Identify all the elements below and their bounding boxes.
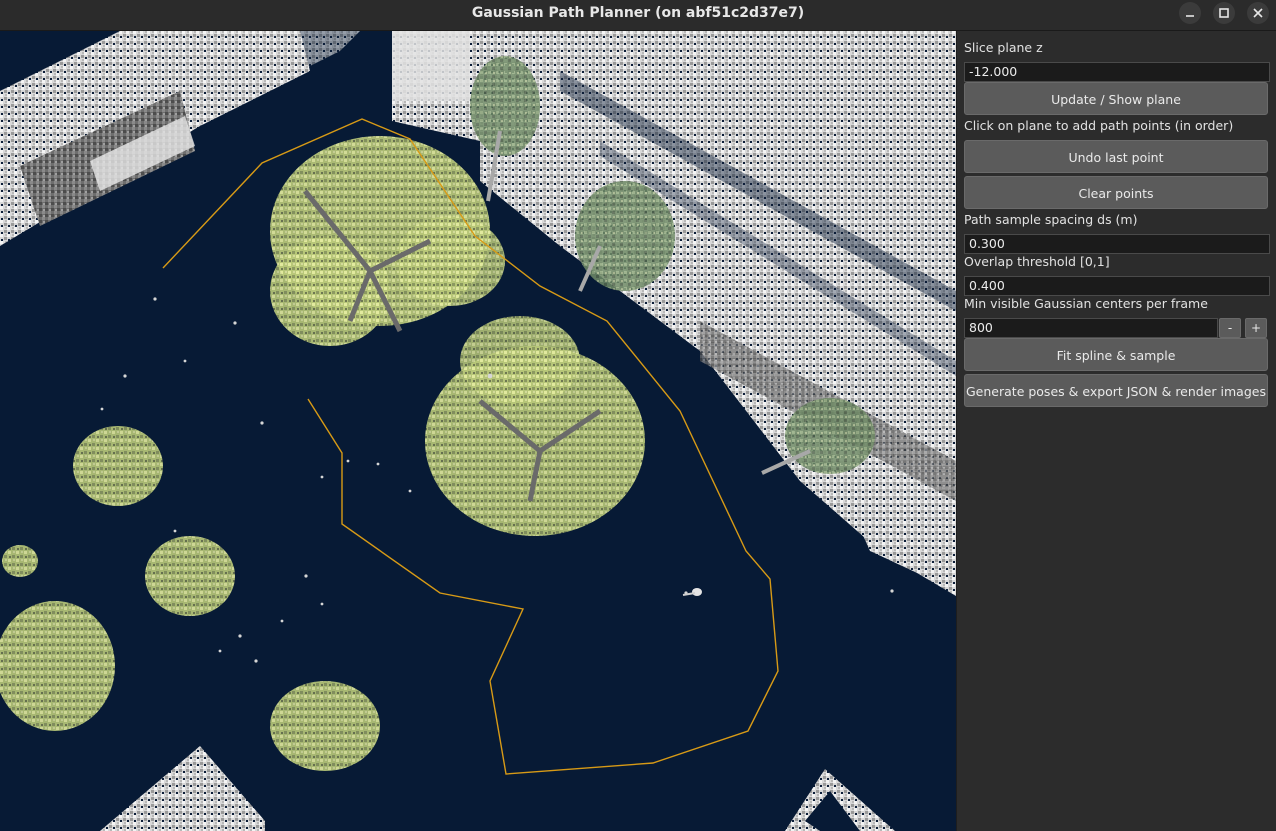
clear-points-button[interactable]: Clear points <box>964 176 1268 209</box>
slice-plane-label: Slice plane z <box>964 40 1043 55</box>
app-window: Gaussian Path Planner (on abf51c2d37e7) <box>0 0 1276 831</box>
slice-plane-input[interactable]: -12.000 <box>964 62 1270 82</box>
min-visible-input[interactable]: 800 <box>964 318 1218 338</box>
overlap-label: Overlap threshold [0,1] <box>964 254 1110 269</box>
overlap-input[interactable]: 0.400 <box>964 276 1270 296</box>
tree-left-2 <box>145 536 235 616</box>
minimize-button[interactable] <box>1179 2 1201 24</box>
update-show-plane-button[interactable]: Update / Show plane <box>964 82 1268 115</box>
building-bottom-right <box>785 769 895 831</box>
undo-last-point-button[interactable]: Undo last point <box>964 140 1268 173</box>
maximize-icon <box>1219 8 1229 18</box>
tree-left-1 <box>73 426 163 506</box>
title-bar[interactable]: Gaussian Path Planner (on abf51c2d37e7) <box>0 0 1276 31</box>
fit-spline-button[interactable]: Fit spline & sample <box>964 338 1268 371</box>
tree-building-2 <box>575 181 675 292</box>
close-button[interactable] <box>1247 2 1269 24</box>
tree-left-3 <box>0 545 115 731</box>
spacing-label: Path sample spacing ds (m) <box>964 212 1138 227</box>
point-cloud-scene <box>0 31 956 831</box>
spacing-input[interactable]: 0.300 <box>964 234 1270 254</box>
min-visible-label: Min visible Gaussian centers per frame <box>964 296 1208 311</box>
decrement-button[interactable]: - <box>1219 318 1241 338</box>
building-bottom-left <box>100 746 265 831</box>
window-title: Gaussian Path Planner (on abf51c2d37e7) <box>471 5 805 21</box>
path-instruction-text: Click on plane to add path points (in or… <box>964 118 1234 133</box>
tree-canopy-center <box>425 316 645 536</box>
minimize-icon <box>1186 15 1194 17</box>
control-panel: Slice plane z -12.000 Update / Show plan… <box>957 31 1276 831</box>
maximize-button[interactable] <box>1213 2 1235 24</box>
increment-button[interactable]: + <box>1245 318 1267 338</box>
tree-canopy-large <box>270 136 505 346</box>
point-cloud-viewport[interactable] <box>0 31 956 831</box>
generate-poses-button[interactable]: Generate poses & export JSON & render im… <box>964 374 1268 407</box>
tree-bottom <box>270 681 380 771</box>
close-icon <box>1253 8 1263 18</box>
